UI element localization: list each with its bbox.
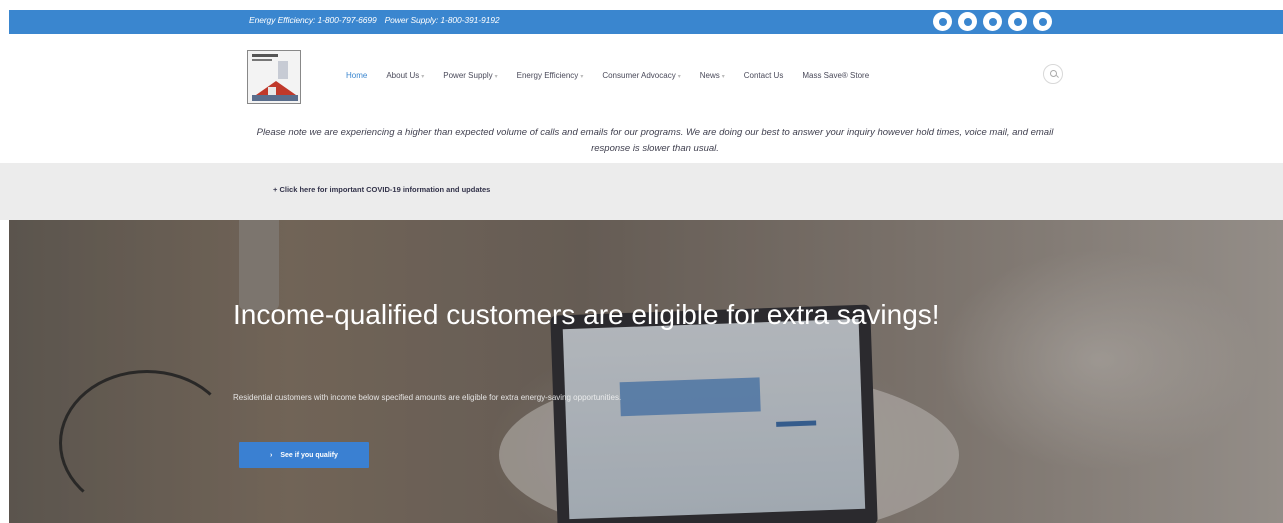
linkedin-icon[interactable]	[1033, 12, 1052, 31]
nav-about-us[interactable]: About Us ▾	[386, 71, 424, 80]
chevron-down-icon: ▾	[677, 74, 681, 80]
power-supply-phone[interactable]: Power Supply: 1-800-391-9192	[385, 15, 500, 25]
chevron-down-icon: ▾	[421, 74, 425, 80]
nav-consumer-advocacy[interactable]: Consumer Advocacy ▾	[602, 71, 680, 80]
button-label: See if you qualify	[280, 451, 338, 459]
nav-news[interactable]: News ▾	[700, 71, 725, 80]
nav-contact-us[interactable]: Contact Us	[744, 71, 784, 80]
hero-overlay	[9, 220, 1283, 523]
site-logo[interactable]	[247, 50, 301, 104]
instagram-icon[interactable]	[958, 12, 977, 31]
chevron-down-icon: ▾	[494, 74, 498, 80]
email-icon[interactable]	[1008, 12, 1027, 31]
hero-banner: Income-qualified customers are eligible …	[9, 220, 1283, 523]
social-links	[933, 12, 1052, 31]
chevron-down-icon: ▾	[721, 74, 725, 80]
main-nav: Home About Us ▾ Power Supply ▾ Energy Effi…	[346, 71, 888, 80]
call-volume-notice: Please note we are experiencing a higher…	[256, 127, 1054, 154]
covid-banner	[0, 163, 1283, 220]
chevron-right-icon: ›	[270, 451, 273, 459]
search-icon[interactable]	[1043, 64, 1063, 84]
nav-mass-save-store[interactable]: Mass Save® Store	[802, 71, 869, 80]
hero-title: Income-qualified customers are eligible …	[233, 299, 940, 330]
twitter-icon[interactable]	[983, 12, 1002, 31]
nav-energy-efficiency[interactable]: Energy Efficiency ▾	[517, 71, 584, 80]
energy-efficiency-phone[interactable]: Energy Efficiency: 1-800-797-6699	[249, 15, 377, 25]
contact-phones: Energy Efficiency: 1-800-797-6699 Power S…	[249, 15, 500, 25]
nav-power-supply[interactable]: Power Supply ▾	[443, 71, 497, 80]
nav-home[interactable]: Home	[346, 71, 367, 80]
top-contact-bar: Energy Efficiency: 1-800-797-6699 Power S…	[9, 10, 1283, 34]
see-if-you-qualify-button[interactable]: › See if you qualify	[239, 442, 369, 468]
hero-subtitle: Residential customers with income below …	[233, 393, 622, 402]
covid-info-link[interactable]: + Click here for important COVID-19 info…	[273, 185, 490, 194]
facebook-icon[interactable]	[933, 12, 952, 31]
chevron-down-icon: ▾	[580, 74, 584, 80]
